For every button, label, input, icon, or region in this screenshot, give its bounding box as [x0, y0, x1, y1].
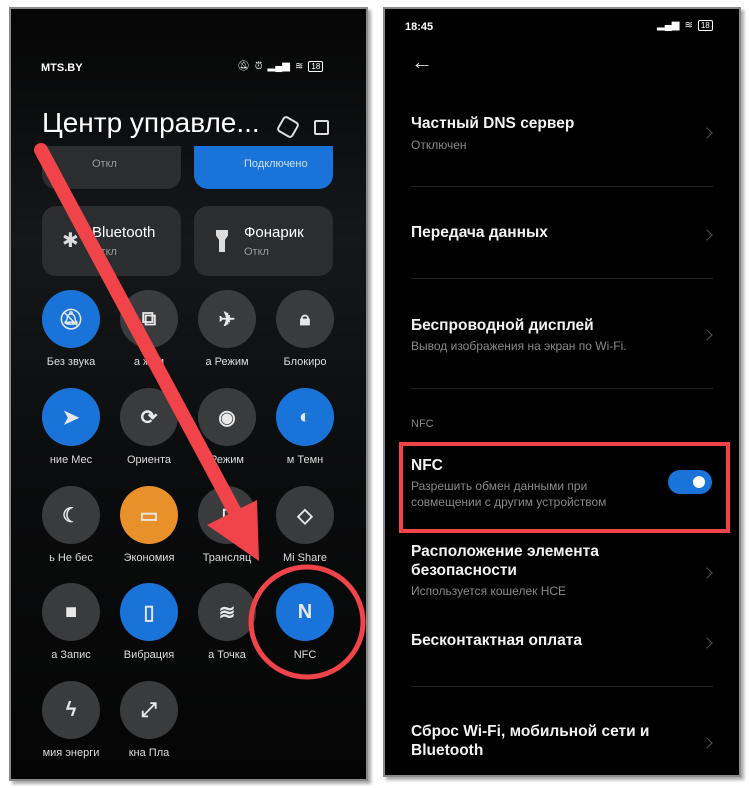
control-center-screen: MTS.BY 🔕︎ ⏰︎ ▂▄▆ ≋ 18 Центр управле... О… — [9, 7, 368, 781]
list-item-secure-element[interactable]: Расположение элемента безопасности Испол… — [385, 539, 739, 603]
list-item-wireless-display[interactable]: Беспроводной дисплей Вывод изображения н… — [385, 309, 739, 359]
switch-knob — [693, 476, 705, 488]
battery-icon: 18 — [697, 20, 713, 31]
chevron-right-icon — [701, 229, 713, 241]
chevron-right-icon — [701, 127, 713, 139]
section-header-nfc: NFC — [411, 418, 434, 430]
divider — [411, 186, 713, 187]
annotation-circle — [248, 564, 366, 680]
divider — [411, 278, 713, 279]
chevron-right-icon — [701, 329, 713, 341]
wifi-icon: ≋ — [684, 20, 693, 31]
list-item-contactless-payment[interactable]: Бесконтактная оплата — [385, 627, 739, 657]
chevron-right-icon — [701, 737, 713, 749]
list-item-reset-network[interactable]: Сброс Wi-Fi, мобильной сети и Bluetooth — [385, 719, 739, 769]
chevron-right-icon — [701, 637, 713, 649]
annotation-overlay — [34, 143, 366, 680]
back-arrow-icon[interactable]: ← — [411, 49, 433, 75]
list-item-private-dns[interactable]: Частный DNS сервер Отключен — [385, 109, 739, 159]
nfc-toggle-row[interactable]: NFC Разрешить обмен данными при совмещен… — [385, 454, 739, 514]
signal-icon: ▂▄▆ — [657, 20, 680, 31]
list-item-data-transfer[interactable]: Передача данных — [385, 219, 739, 249]
divider — [411, 686, 713, 687]
clock: 18:45 — [405, 21, 434, 33]
chevron-right-icon — [701, 567, 713, 579]
nfc-switch[interactable] — [668, 470, 712, 494]
divider — [411, 388, 713, 389]
status-icons: ▂▄▆ ≋ 18 — [657, 20, 713, 31]
nfc-settings-screen: 18:45 ▂▄▆ ≋ 18 ← Частный DNS сервер Откл… — [383, 7, 741, 777]
annotation-arrow-shaft — [34, 143, 243, 521]
